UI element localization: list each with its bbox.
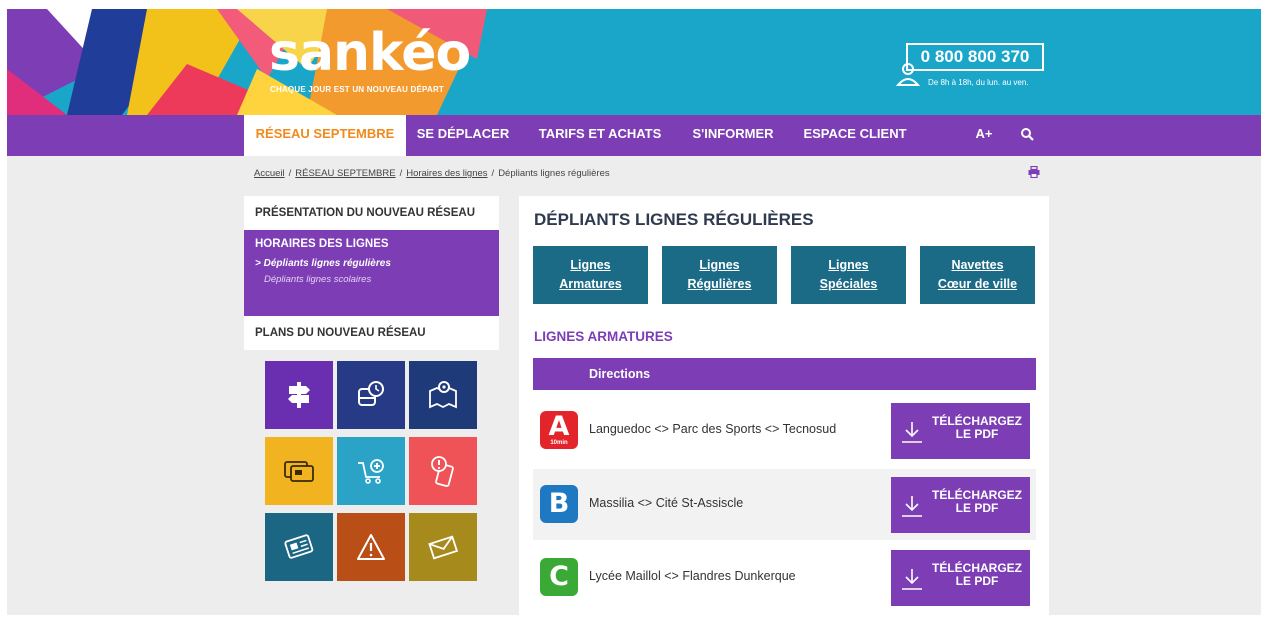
page: sankéo CHAQUE JOUR EST UN NOUVEAU DÉPART… xyxy=(7,9,1261,615)
main-content: DÉPLIANTS LIGNES RÉGULIÈRES Lignes Armatu… xyxy=(519,196,1049,615)
breadcrumb-horaires[interactable]: Horaires des lignes xyxy=(406,168,487,179)
tile-signpost[interactable] xyxy=(265,361,333,429)
download-label-1: TÉLÉCHARGEZ xyxy=(932,488,1022,502)
category-label-2: Armatures xyxy=(559,277,622,291)
person-icon xyxy=(896,63,920,86)
category-label-1: Lignes xyxy=(570,258,611,272)
download-label-2: LE PDF xyxy=(955,427,999,441)
line-directions: Lycée Maillol <> Flandres Dunkerque xyxy=(589,569,796,583)
signpost-icon xyxy=(288,382,310,408)
tile-map[interactable] xyxy=(409,361,477,429)
line-badge-letter: A xyxy=(548,411,570,442)
font-size-button[interactable]: A+ xyxy=(969,115,999,156)
breadcrumb-reseau-septembre[interactable]: RÉSEAU SEPTEMBRE xyxy=(295,168,395,179)
map-pin-icon xyxy=(429,381,457,409)
sidebar: PRÉSENTATION DU NOUVEAU RÉSEAU HORAIRES … xyxy=(244,196,499,350)
table-row: C Lycée Maillol <> Flandres Dunkerque TÉ… xyxy=(533,542,1036,613)
table-row: B Massilia <> Cité St-Assiscle TÉLÉCHARG… xyxy=(533,469,1036,540)
search-icon[interactable] xyxy=(1020,127,1034,141)
table-header: Directions xyxy=(533,358,1036,390)
tile-contact[interactable] xyxy=(409,513,477,581)
download-icon xyxy=(902,569,922,590)
download-label-1: TÉLÉCHARGEZ xyxy=(932,414,1022,428)
logo-tagline: CHAQUE JOUR EST UN NOUVEAU DÉPART xyxy=(270,85,445,94)
breadcrumb: Accueil / RÉSEAU SEPTEMBRE / Horaires des li… xyxy=(254,168,610,179)
category-label-2: Cœur de ville xyxy=(937,277,1018,291)
sidebar-item-plans[interactable]: PLANS DU NOUVEAU RÉSEAU xyxy=(244,316,499,350)
nav-item-s-informer[interactable]: S'INFORMER xyxy=(683,115,783,156)
category-label-1: Lignes xyxy=(828,258,869,272)
line-directions: Languedoc <> Parc des Sports <> Tecnosud xyxy=(589,422,837,436)
breadcrumb-separator: / xyxy=(491,168,495,179)
nav-item-se-deplacer[interactable]: SE DÉPLACER xyxy=(413,115,513,156)
bus-clock-icon xyxy=(358,381,384,406)
breadcrumb-current: Dépliants lignes régulières xyxy=(498,168,610,179)
category-navettes-coeur-de-ville[interactable]: Navettes Cœur de ville xyxy=(920,246,1035,304)
sidebar-item-presentation[interactable]: PRÉSENTATION DU NOUVEAU RÉSEAU xyxy=(244,196,499,230)
line-badge-b: B xyxy=(540,485,578,523)
sidebar-subitem-scolaires[interactable]: Dépliants lignes scolaires xyxy=(255,274,488,285)
download-label-1: TÉLÉCHARGEZ xyxy=(932,561,1022,575)
download-icon xyxy=(902,496,922,517)
breadcrumb-separator: / xyxy=(399,168,403,179)
line-directions: Massilia <> Cité St-Assiscle xyxy=(589,496,744,510)
header-banner: sankéo CHAQUE JOUR EST UN NOUVEAU DÉPART… xyxy=(7,9,1261,115)
sidebar-subitem-regulieres[interactable]: > Dépliants lignes régulières xyxy=(255,258,488,269)
nav-item-tarifs-et-achats[interactable]: TARIFS ET ACHATS xyxy=(535,115,665,156)
nav-item-reseau-septembre[interactable]: RÉSEAU SEPTEMBRE xyxy=(244,115,406,156)
category-label-1: Lignes xyxy=(699,258,740,272)
download-label-2: LE PDF xyxy=(955,501,999,515)
sidebar-item-horaires-label[interactable]: HORAIRES DES LIGNES xyxy=(255,238,488,250)
logo[interactable]: sankéo xyxy=(269,27,471,79)
phone-number[interactable]: 0 800 800 370 xyxy=(906,43,1044,71)
card-icon xyxy=(284,461,314,482)
sidebar-item-horaires: HORAIRES DES LIGNES > Dépliants lignes r… xyxy=(244,230,499,316)
category-label-2: Régulières xyxy=(687,277,752,291)
phone-alert-icon xyxy=(431,456,454,487)
line-badge-c: C xyxy=(540,558,578,596)
tile-bus-schedule[interactable] xyxy=(337,361,405,429)
table-row: A 10min Languedoc <> Parc des Sports <> … xyxy=(533,395,1036,466)
tile-alerts[interactable] xyxy=(409,437,477,505)
main-nav: RÉSEAU SEPTEMBRE SE DÉPLACER TARIFS ET A… xyxy=(7,115,1261,156)
download-pdf-button[interactable]: TÉLÉCHARGEZ LE PDF xyxy=(891,477,1030,533)
download-icon xyxy=(902,422,922,443)
nav-item-espace-client[interactable]: ESPACE CLIENT xyxy=(799,115,911,156)
newspaper-icon xyxy=(284,534,314,559)
cart-icon xyxy=(358,459,384,484)
download-pdf-button[interactable]: TÉLÉCHARGEZ LE PDF xyxy=(891,550,1030,606)
envelope-icon xyxy=(428,535,458,560)
print-icon[interactable] xyxy=(1028,166,1040,178)
tile-cards[interactable] xyxy=(265,437,333,505)
tile-disruptions[interactable] xyxy=(337,513,405,581)
line-badge-a: A 10min xyxy=(540,411,578,449)
breadcrumb-separator: / xyxy=(288,168,292,179)
category-lignes-armatures[interactable]: Lignes Armatures xyxy=(533,246,648,304)
warning-icon xyxy=(357,534,385,560)
category-lignes-speciales[interactable]: Lignes Spéciales xyxy=(791,246,906,304)
category-label-1: Navettes xyxy=(951,258,1004,272)
category-label-2: Spéciales xyxy=(819,277,878,291)
tile-shop[interactable] xyxy=(337,437,405,505)
page-title: DÉPLIANTS LIGNES RÉGULIÈRES xyxy=(534,210,814,229)
download-label-2: LE PDF xyxy=(955,574,999,588)
phone-hours: De 8h à 18h, du lun. au ven. xyxy=(928,78,1029,87)
line-badge-frequency: 10min xyxy=(550,440,568,446)
breadcrumb-home[interactable]: Accueil xyxy=(254,168,285,179)
download-pdf-button[interactable]: TÉLÉCHARGEZ LE PDF xyxy=(891,403,1030,459)
section-title: LIGNES ARMATURES xyxy=(534,329,673,344)
tile-news[interactable] xyxy=(265,513,333,581)
category-lignes-regulieres[interactable]: Lignes Régulières xyxy=(662,246,777,304)
